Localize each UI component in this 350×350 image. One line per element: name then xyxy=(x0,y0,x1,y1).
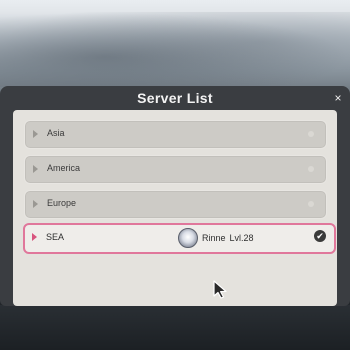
player-avatar xyxy=(178,228,198,248)
server-row-sea[interactable]: SEA Rinne Lvl.28 ✔ xyxy=(23,223,336,254)
player-info: Rinne Lvl.28 xyxy=(178,227,254,249)
server-list-panel: Asia America Europe SEA Rinne Lvl.28 ✔ xyxy=(13,110,337,306)
play-arrow-icon xyxy=(32,233,37,241)
radio-dot-icon xyxy=(308,201,314,207)
server-label: America xyxy=(47,163,81,173)
server-label: Europe xyxy=(47,198,77,208)
close-icon[interactable]: × xyxy=(332,92,344,104)
server-label: SEA xyxy=(46,232,65,242)
play-arrow-icon xyxy=(33,200,38,208)
dialog-title: Server List xyxy=(137,90,213,106)
background-scenery xyxy=(0,12,350,87)
player-level: Lvl.28 xyxy=(229,233,254,243)
server-row-europe[interactable]: Europe xyxy=(24,190,327,219)
server-row-america[interactable]: America xyxy=(24,155,327,184)
radio-dot-icon xyxy=(308,131,314,137)
play-arrow-icon xyxy=(33,130,38,138)
play-arrow-icon xyxy=(33,165,38,173)
server-label: Asia xyxy=(47,128,65,138)
background-floor xyxy=(0,305,350,350)
checkmark-icon: ✔ xyxy=(314,230,326,242)
server-list-dialog: Server List × Asia America Europe SEA Ri… xyxy=(0,86,350,306)
dialog-title-bar: Server List xyxy=(0,86,350,110)
mouse-cursor-icon xyxy=(213,280,227,299)
server-row-asia[interactable]: Asia xyxy=(24,120,327,149)
radio-dot-icon xyxy=(308,166,314,172)
player-name: Rinne xyxy=(202,233,226,243)
